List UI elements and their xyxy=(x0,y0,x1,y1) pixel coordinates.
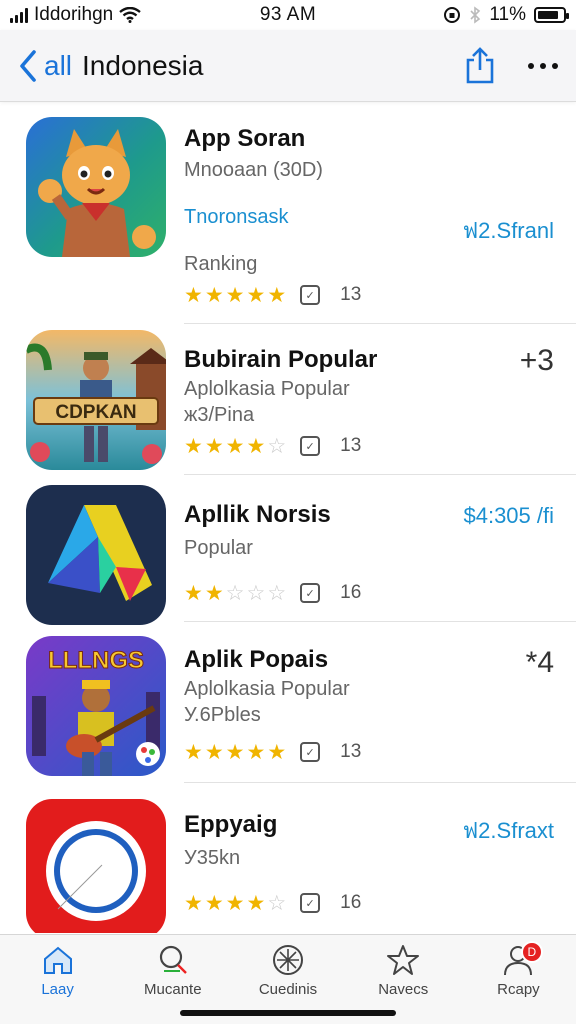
tab-label: Mucante xyxy=(144,981,202,998)
tab-home[interactable]: Laay xyxy=(0,935,115,1024)
more-options-icon[interactable] xyxy=(528,61,558,71)
wifi-icon xyxy=(119,7,141,23)
price-button[interactable]: ฟ2.Sfranl xyxy=(463,213,554,248)
rank-change: *4 xyxy=(525,646,554,679)
app-name: Aplik Popais xyxy=(184,646,329,673)
star-empty-icon: ☆ xyxy=(246,581,266,605)
star-filled-icon: ★ xyxy=(225,891,245,915)
app-icon-compass xyxy=(26,799,166,933)
tab-label: Laay xyxy=(41,981,74,998)
review-box-icon: ✓ xyxy=(300,285,321,305)
rating-count: 13 xyxy=(340,284,362,305)
star-filled-icon: ★ xyxy=(204,283,224,307)
rating-count: 16 xyxy=(340,892,362,913)
app-icon-text: LLLNGS xyxy=(48,647,144,674)
star-filled-icon: ★ xyxy=(184,891,203,915)
review-box-icon: ✓ xyxy=(300,742,321,762)
tab-profile[interactable]: D Rcapy xyxy=(461,935,576,1024)
star-filled-icon: ★ xyxy=(246,891,266,915)
list-item[interactable]: Eppyaig У35kn ★ ★ ★ ★ ☆ ✓ 16 ฟ2.Sfraxt xyxy=(0,783,576,933)
app-icon-adventure: CDPKAN xyxy=(26,330,166,470)
app-subtitle: Aplolkasia Popular xyxy=(184,678,350,700)
rating: ★ ★ ☆ ☆ ☆ ✓ 16 xyxy=(184,582,556,604)
price-button[interactable]: $4:305 /ﬁ xyxy=(463,503,554,529)
home-icon xyxy=(43,946,72,974)
navigation-bar: all Indonesia xyxy=(0,30,576,102)
status-bar: Iddorihgn 93 AM 11% xyxy=(0,0,576,30)
rating-count: 13 xyxy=(340,435,362,456)
back-button[interactable]: all xyxy=(44,50,72,82)
star-filled-icon: ★ xyxy=(225,434,245,458)
carrier-name: Iddorihgn xyxy=(34,4,114,25)
battery-percent: 11% xyxy=(489,4,526,25)
star-filled-icon: ★ xyxy=(184,283,203,307)
app-name: App Soran xyxy=(184,125,306,152)
review-box-icon: ✓ xyxy=(300,893,321,913)
app-icon-cat xyxy=(26,117,166,257)
rank-change: +3 xyxy=(519,344,554,377)
star-empty-icon: ☆ xyxy=(267,581,287,605)
notification-badge: D xyxy=(520,941,543,963)
battery-icon xyxy=(534,7,569,23)
back-chevron-icon[interactable] xyxy=(18,48,42,84)
orientation-lock-icon xyxy=(444,7,461,23)
app-subtitle: Mnooaan (30D) xyxy=(184,159,323,181)
signal-icon xyxy=(10,7,28,23)
rating-count: 13 xyxy=(340,741,362,762)
review-box-icon: ✓ xyxy=(300,436,321,456)
app-info: Bubirain Popular Aplolkasia Popular ж3/P… xyxy=(184,346,556,457)
app-subtitle: У35kn xyxy=(184,847,241,869)
star-filled-icon: ★ xyxy=(184,740,203,764)
star-filled-icon: ★ xyxy=(225,740,245,764)
list-item[interactable]: App Soran Mnooaan (30D) Tnoronsask Ranki… xyxy=(0,103,576,324)
star-empty-icon: ☆ xyxy=(267,891,287,915)
star-filled-icon: ★ xyxy=(184,434,203,458)
rating: ★ ★ ★ ★ ☆ ✓ 16 xyxy=(184,892,556,914)
tab-label: Cuedinis xyxy=(258,981,318,998)
tab-label: Navecs xyxy=(378,981,429,998)
star-empty-icon: ☆ xyxy=(267,434,287,458)
share-icon[interactable] xyxy=(464,46,496,86)
review-box-icon: ✓ xyxy=(300,583,321,603)
rating: ★ ★ ★ ★ ★ ✓ 13 xyxy=(184,284,556,306)
list-item[interactable]: LLLNGS Aplik Popais Aplolkasia Popular У… xyxy=(0,622,576,783)
home-indicator xyxy=(180,1010,396,1016)
star-filled-icon: ★ xyxy=(246,283,266,307)
search-icon xyxy=(159,945,187,974)
app-name: Bubirain Popular xyxy=(184,346,378,373)
star-filled-icon: ★ xyxy=(267,740,287,764)
app-subtitle: Aplolkasia Popular xyxy=(184,378,350,400)
star-empty-icon: ☆ xyxy=(225,581,245,605)
compass-icon xyxy=(273,945,303,975)
star-filled-icon: ★ xyxy=(204,891,224,915)
price-button[interactable]: ฟ2.Sfraxt xyxy=(463,813,554,848)
list-item[interactable]: Apllik Norsis Popular ★ ★ ☆ ☆ ☆ ✓ 16 $4:305 /ﬁ xyxy=(0,475,576,625)
app-icon-text: CDPKAN xyxy=(55,402,136,423)
page-title: Indonesia xyxy=(82,49,204,81)
app-info: Aplik Popais Aplolkasia Popular У.6Pbles… xyxy=(184,646,556,763)
app-icon-triangle xyxy=(26,485,166,625)
app-extra: Ranking xyxy=(184,253,258,275)
star-filled-icon: ★ xyxy=(225,283,245,307)
star-filled-icon: ★ xyxy=(204,740,224,764)
rating-count: 16 xyxy=(340,582,362,603)
star-filled-icon: ★ xyxy=(184,581,203,605)
star-filled-icon: ★ xyxy=(204,434,224,458)
rating: ★ ★ ★ ★ ☆ ✓ 13 xyxy=(184,435,556,457)
bluetooth-icon xyxy=(470,6,481,24)
tab-label: Rcapy xyxy=(497,981,540,998)
star-filled-icon: ★ xyxy=(267,283,287,307)
star-filled-icon: ★ xyxy=(246,434,266,458)
list-item[interactable]: CDPKAN Bubirain Popular Aplolkasia Popul… xyxy=(0,324,576,475)
star-filled-icon: ★ xyxy=(246,740,266,764)
star-filled-icon: ★ xyxy=(204,581,224,605)
status-time: 93 AM xyxy=(259,4,317,25)
app-detail: ж3/Pina xyxy=(184,404,255,426)
app-list: App Soran Mnooaan (30D) Tnoronsask Ranki… xyxy=(0,103,576,933)
app-subtitle: Popular xyxy=(184,537,253,559)
app-icon-guitar: LLLNGS xyxy=(26,636,166,776)
app-detail: У.6Pbles xyxy=(184,704,261,726)
star-icon xyxy=(387,945,420,975)
rating: ★ ★ ★ ★ ★ ✓ 13 xyxy=(184,741,556,763)
